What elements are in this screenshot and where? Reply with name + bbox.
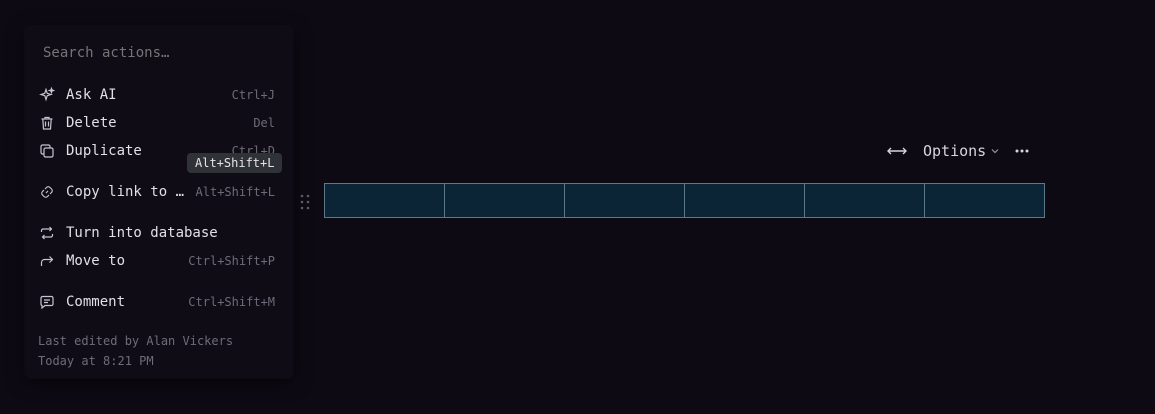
menu-item-label: Ask AI	[66, 87, 117, 103]
chevron-down-icon	[990, 146, 1000, 156]
options-dropdown[interactable]: Options	[915, 136, 1008, 166]
horizontal-resize-icon	[885, 144, 909, 158]
shortcut-tooltip: Alt+Shift+L	[187, 153, 283, 173]
more-horizontal-icon	[1014, 148, 1030, 154]
table-cell[interactable]	[925, 184, 1044, 217]
menu-item-ask-ai[interactable]: Ask AI Ctrl+J	[37, 82, 281, 108]
table-cell[interactable]	[565, 184, 685, 217]
menu-item-copy-link[interactable]: Copy link to … Alt+Shift+L	[37, 179, 281, 205]
table-cell[interactable]	[805, 184, 925, 217]
options-label: Options	[923, 142, 987, 160]
trash-icon	[38, 114, 56, 132]
sparkle-icon	[38, 86, 56, 104]
menu-item-shortcut: Alt+Shift+L	[195, 185, 275, 199]
duplicate-icon	[38, 142, 56, 160]
width-toggle-button[interactable]	[879, 136, 915, 166]
block-toolbar: Options	[879, 136, 1036, 166]
table-cell[interactable]	[325, 184, 445, 217]
menu-item-label: Turn into database	[66, 225, 218, 241]
menu-item-shortcut: Ctrl+J	[231, 88, 275, 102]
table-cell[interactable]	[445, 184, 565, 217]
block-actions-menu: Ask AI Ctrl+J Delete Del Duplicate Ctrl+…	[25, 26, 293, 378]
drag-handle-icon[interactable]	[299, 193, 311, 211]
menu-item-label: Copy link to …	[66, 184, 185, 200]
last-edited-by: Last edited by Alan Vickers	[38, 334, 234, 348]
menu-item-shortcut: Ctrl+Shift+M	[188, 295, 275, 309]
link-icon	[38, 183, 56, 201]
more-options-button[interactable]	[1008, 136, 1036, 166]
last-edited-time: Today at 8:21 PM	[38, 354, 154, 368]
menu-item-delete[interactable]: Delete Del	[37, 110, 281, 136]
menu-item-shortcut: Del	[253, 116, 275, 130]
menu-item-turn-into-database[interactable]: Turn into database	[37, 220, 281, 246]
comment-icon	[38, 293, 56, 311]
menu-item-label: Delete	[66, 115, 117, 131]
table-cell[interactable]	[685, 184, 805, 217]
search-actions-input[interactable]	[43, 45, 263, 61]
last-edited-info: Last edited by Alan Vickers Today at 8:2…	[38, 331, 233, 371]
convert-icon	[38, 224, 56, 242]
move-arrow-icon	[38, 252, 56, 270]
menu-item-label: Comment	[66, 294, 126, 310]
menu-item-move-to[interactable]: Move to Ctrl+Shift+P	[37, 248, 281, 274]
menu-item-comment[interactable]: Comment Ctrl+Shift+M	[37, 289, 281, 315]
table-row	[324, 183, 1045, 218]
menu-item-label: Move to	[66, 253, 126, 269]
menu-item-shortcut: Ctrl+Shift+P	[188, 254, 275, 268]
